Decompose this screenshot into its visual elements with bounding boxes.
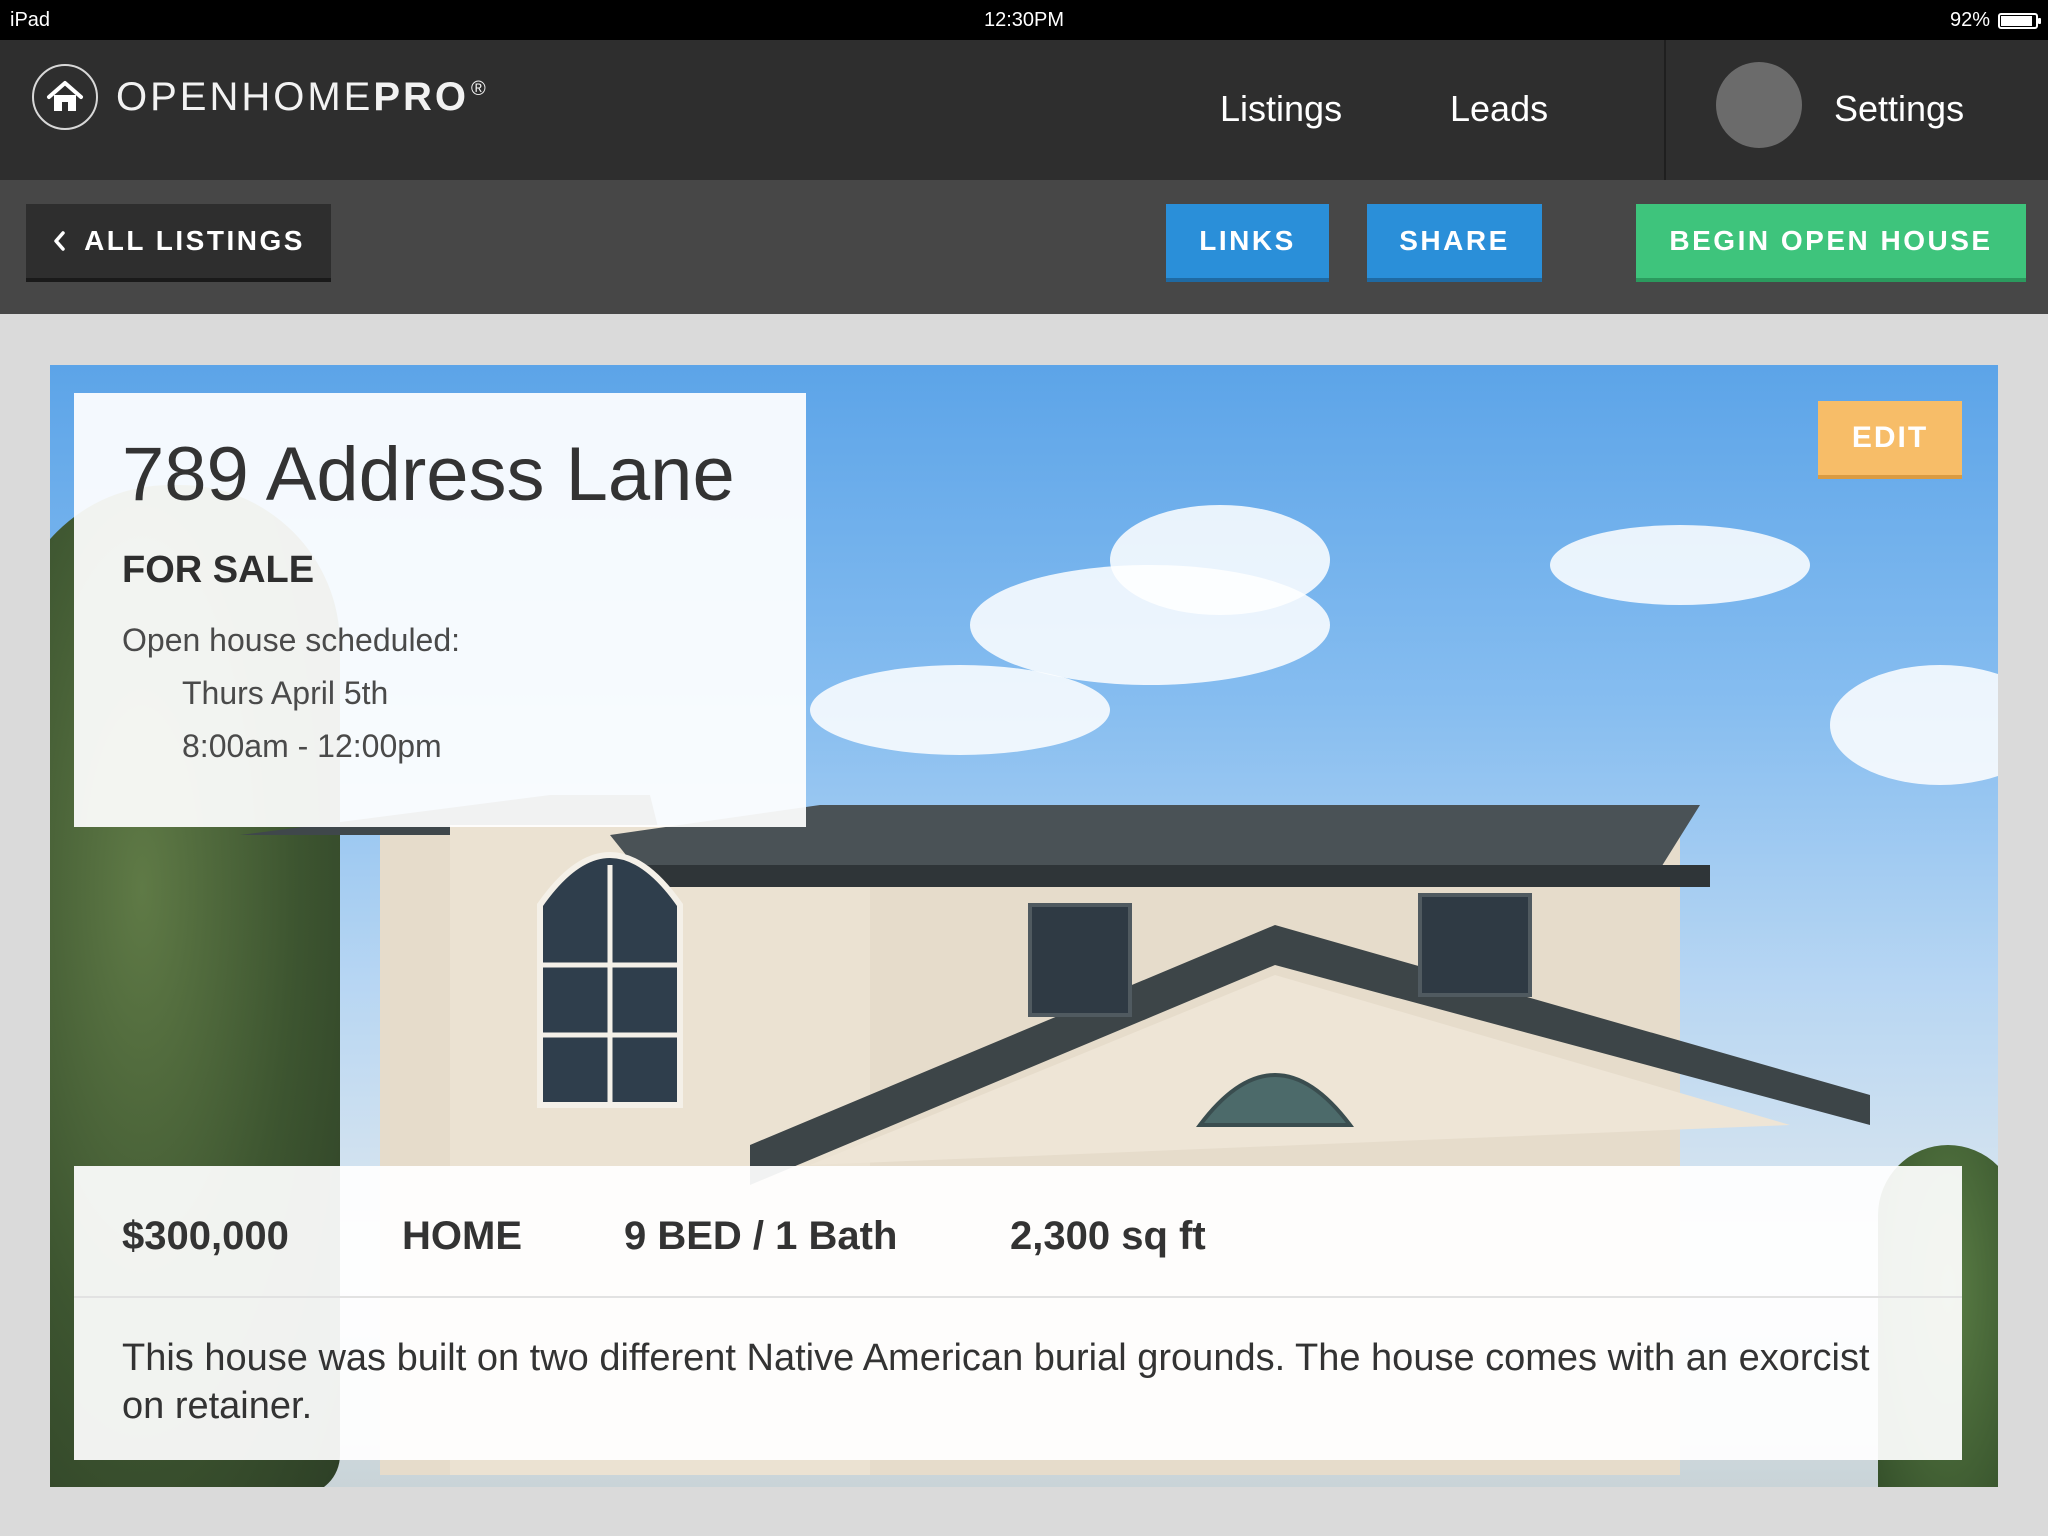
battery-percent: 92% [1949, 9, 1990, 31]
nav-divider [1664, 40, 1666, 180]
open-house-label: Open house scheduled: [122, 622, 461, 658]
brand-name: OPENHOMEPRO ® [116, 74, 489, 119]
nav-listings[interactable]: Listings [1220, 88, 1342, 130]
listing-info-card: 789 Address Lane FOR SALE Open house sch… [74, 393, 806, 827]
listing-stats: $300,000 HOME 9 BED / 1 Bath 2,300 sq ft [74, 1166, 1962, 1298]
action-toolbar: ALL LISTINGS LINKS SHARE BEGIN OPEN HOUS… [0, 180, 2048, 314]
avatar[interactable] [1716, 62, 1802, 148]
top-nav: OPENHOMEPRO ® Listings Leads Settings [0, 40, 2048, 180]
listing-address: 789 Address Lane [122, 432, 735, 517]
nav-settings[interactable]: Settings [1834, 88, 1964, 130]
open-house-date: Thurs April 5th [182, 675, 389, 711]
listing-beds-baths: 9 BED / 1 Bath [624, 1214, 898, 1258]
chevron-left-icon [54, 231, 65, 251]
share-button[interactable]: SHARE [1367, 204, 1542, 282]
listing-sqft: 2,300 sq ft [1010, 1214, 1206, 1258]
nav-leads[interactable]: Leads [1450, 88, 1548, 130]
edit-listing-button[interactable]: EDIT [1818, 401, 1962, 479]
brand-logo[interactable]: OPENHOMEPRO ® [32, 64, 489, 130]
all-listings-button[interactable]: ALL LISTINGS [26, 204, 331, 282]
battery-indicator: 92% [1949, 9, 2041, 32]
listing-price: $300,000 [122, 1214, 289, 1258]
links-button[interactable]: LINKS [1166, 204, 1329, 282]
listing-details-card: $300,000 HOME 9 BED / 1 Bath 2,300 sq ft… [74, 1166, 1962, 1460]
battery-icon [1998, 12, 2041, 29]
status-bar: iPad 12:30PM 92% [0, 0, 2048, 40]
listing-type: HOME [402, 1214, 522, 1258]
listing-description: This house was built on two different Na… [122, 1337, 1870, 1427]
open-house-time: 8:00am - 12:00pm [182, 728, 442, 764]
listing-status: FOR SALE [122, 549, 315, 591]
begin-open-house-button[interactable]: BEGIN OPEN HOUSE [1636, 204, 2026, 282]
all-listings-label: ALL LISTINGS [84, 225, 305, 256]
home-logo-icon [32, 64, 98, 130]
clock: 12:30PM [983, 9, 1065, 31]
